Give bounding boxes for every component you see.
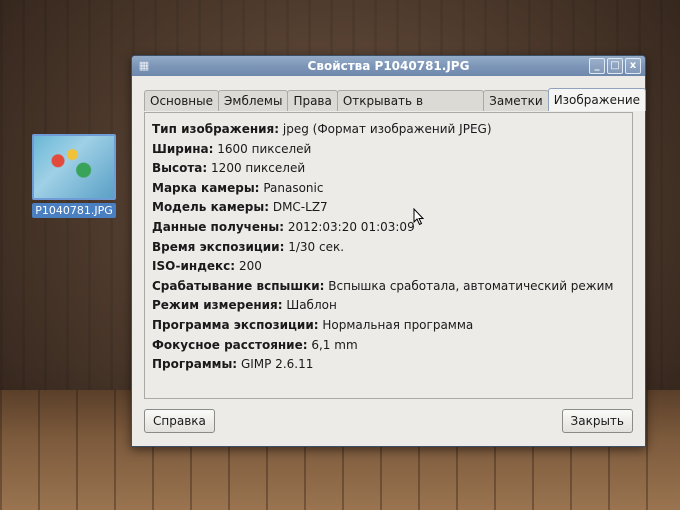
property-row: Марка камеры: Panasonic [152,179,613,199]
property-key: Срабатывание вспышки: [152,278,325,293]
property-key: Марка камеры: [152,180,260,195]
property-value: Шаблон [286,298,337,313]
property-row: Режим измерения: Шаблон [152,296,613,316]
property-row: Высота: 1200 пикселей [152,159,613,179]
mouse-pointer-icon [413,207,425,230]
desktop-file-icon[interactable]: P1040781.JPG [30,134,118,218]
property-value: jpeg (Формат изображений JPEG) [282,122,492,136]
property-value: Вспышка сработала, автоматический режим [328,278,614,293]
tab-bar: Основные Эмблемы Права Открывать в прогр… [144,88,646,128]
property-row: Время экспозиции: 1/30 сек. [152,238,613,258]
property-row: Модель камеры: DMC-LZ7 [152,198,613,218]
property-value: 1600 пикселей [217,141,312,156]
tab-image[interactable]: Изображение [547,88,646,111]
property-key: Программа экспозиции: [152,317,319,332]
desktop-file-label: P1040781.JPG [32,203,116,218]
property-value: GIMP 2.6.11 [240,357,314,372]
property-row: Программа экспозиции: Нормальная програм… [152,316,613,336]
tab-basic[interactable]: Основные [144,90,220,111]
property-value: 6,1 mm [311,337,358,352]
property-row: Программы: GIMP 2.6.11 [152,355,613,375]
properties-dialog: ▦ Свойства P1040781.JPG _ □ x Основные Э… [131,55,646,447]
property-value: Panasonic [263,180,324,195]
property-key: Модель камеры: [152,200,269,215]
close-icon[interactable]: x [625,58,641,74]
property-key: Режим измерения: [152,298,283,313]
property-key: Ширина: [152,141,214,156]
property-value: DMC-LZ7 [272,200,328,215]
property-row: Ширина: 1600 пикселей [152,140,613,160]
property-value: 200 [238,259,262,274]
minimize-icon[interactable]: _ [589,58,605,74]
tab-emblems[interactable]: Эмблемы [218,90,289,111]
dialog-titlebar[interactable]: ▦ Свойства P1040781.JPG _ □ x [132,56,645,76]
property-key: Фокусное расстояние: [152,337,308,352]
property-row: Фокусное расстояние: 6,1 mm [152,336,613,356]
property-key: Тип изображения: [152,122,280,136]
property-key: Время экспозиции: [152,239,285,254]
dialog-title: Свойства P1040781.JPG [307,59,470,73]
tab-notes[interactable]: Заметки [483,90,549,111]
property-row: Срабатывание вспышки: Вспышка сработала,… [152,277,613,297]
maximize-icon[interactable]: □ [607,58,623,74]
property-row: Тип изображения: jpeg (Формат изображени… [152,120,613,140]
property-key: ISO-индекс: [152,259,236,274]
close-button[interactable]: Закрыть [561,409,633,433]
property-value: 1200 пикселей [211,161,306,176]
property-key: Высота: [152,161,208,176]
help-button[interactable]: Справка [144,409,215,433]
tab-permissions[interactable]: Права [287,90,338,111]
property-value: 1/30 сек. [288,239,345,254]
property-key: Данные получены: [152,219,284,234]
property-key: Программы: [152,357,238,372]
property-row: ISO-индекс: 200 [152,257,613,277]
image-properties-panel: Тип изображения: jpeg (Формат изображени… [144,112,633,399]
property-row: Данные получены: 2012:03:20 01:03:09 [152,218,613,238]
image-thumbnail [32,134,116,200]
property-value: Нормальная программа [322,317,474,332]
property-value: 2012:03:20 01:03:09 [287,219,415,234]
app-menu-icon[interactable]: ▦ [137,59,151,73]
tab-open-with[interactable]: Открывать в программе [336,90,485,128]
